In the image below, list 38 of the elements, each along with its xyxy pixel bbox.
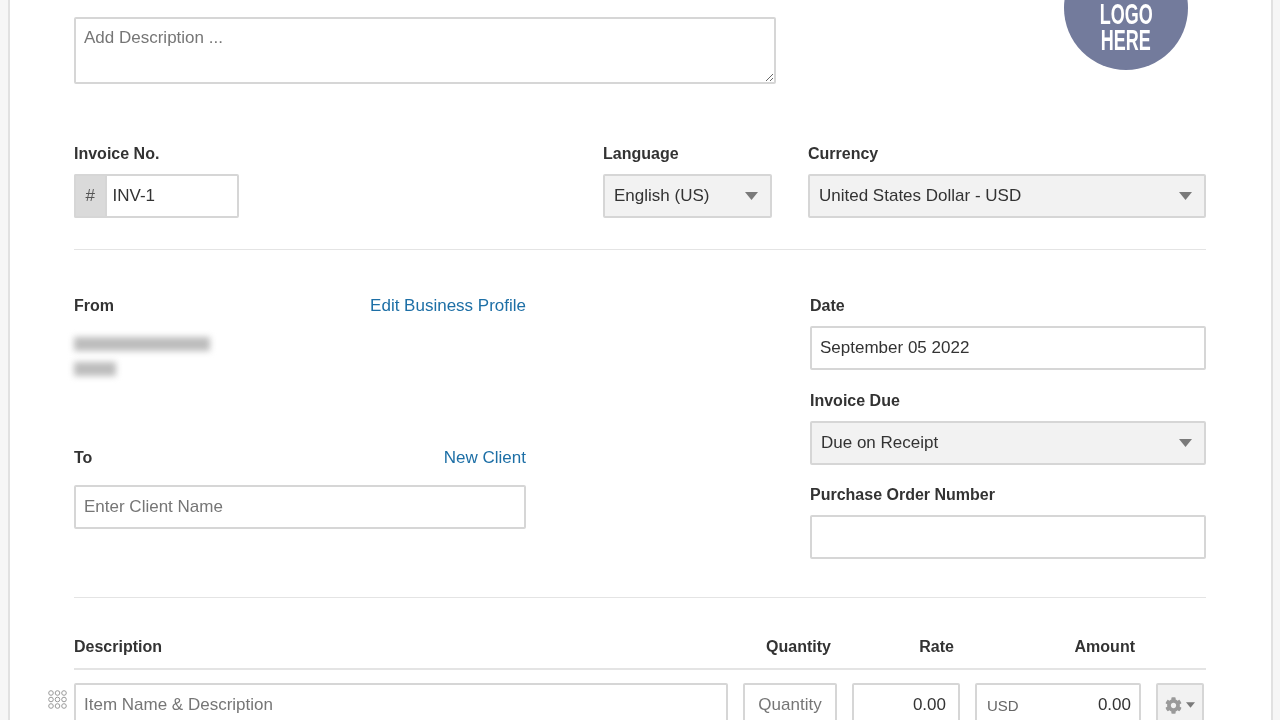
row-settings-button[interactable] xyxy=(1156,683,1204,720)
description-field[interactable]: Add Description ... xyxy=(74,17,776,84)
invoice-number-field[interactable]: INV-1 xyxy=(104,174,239,218)
blurred-text xyxy=(74,362,116,376)
item-description-field[interactable]: Item Name & Description xyxy=(74,683,728,720)
drag-handle-icon[interactable] xyxy=(48,690,67,709)
field-label: Purchase Order Number xyxy=(810,485,996,505)
invoice-due-select[interactable]: Due on Receipt xyxy=(810,421,1206,465)
caret-icon xyxy=(745,192,758,200)
column-header: Amount xyxy=(1073,637,1136,657)
field-label: Invoice No. xyxy=(74,144,161,164)
field-label: To xyxy=(74,448,93,468)
field-label: Invoice Due xyxy=(810,391,901,411)
amount-value: 0.00 xyxy=(1097,695,1131,715)
currency-select[interactable]: United States Dollar - USD xyxy=(808,174,1206,218)
client-name-field[interactable]: Enter Client Name xyxy=(74,485,526,529)
column-header: Description xyxy=(74,637,163,657)
hash-prefix: # xyxy=(74,174,105,218)
logo-text: HERE xyxy=(1101,27,1151,53)
purchase-order-field[interactable] xyxy=(810,515,1206,559)
field-label: Language xyxy=(603,144,680,164)
field-label: Currency xyxy=(808,144,880,164)
rate-field[interactable]: 0.00 xyxy=(852,683,960,720)
logo-text: LOGO xyxy=(1099,1,1153,27)
caret-icon xyxy=(1179,192,1192,200)
column-header: Rate xyxy=(918,637,955,657)
date-field[interactable]: September 05 2022 xyxy=(810,326,1206,370)
gear-icon xyxy=(1165,696,1182,714)
currency-code: USD xyxy=(987,696,1019,714)
field-label: From xyxy=(74,296,114,316)
quantity-field[interactable]: Quantity xyxy=(743,683,837,720)
caret-icon xyxy=(1186,702,1195,708)
column-header: Quantity xyxy=(765,637,832,657)
field-label: Date xyxy=(810,296,846,316)
edit-business-profile-link[interactable]: Edit Business Profile xyxy=(370,296,526,316)
new-client-link[interactable]: New Client xyxy=(443,448,526,468)
caret-icon xyxy=(1179,439,1192,447)
language-select[interactable]: English (US) xyxy=(603,174,772,218)
